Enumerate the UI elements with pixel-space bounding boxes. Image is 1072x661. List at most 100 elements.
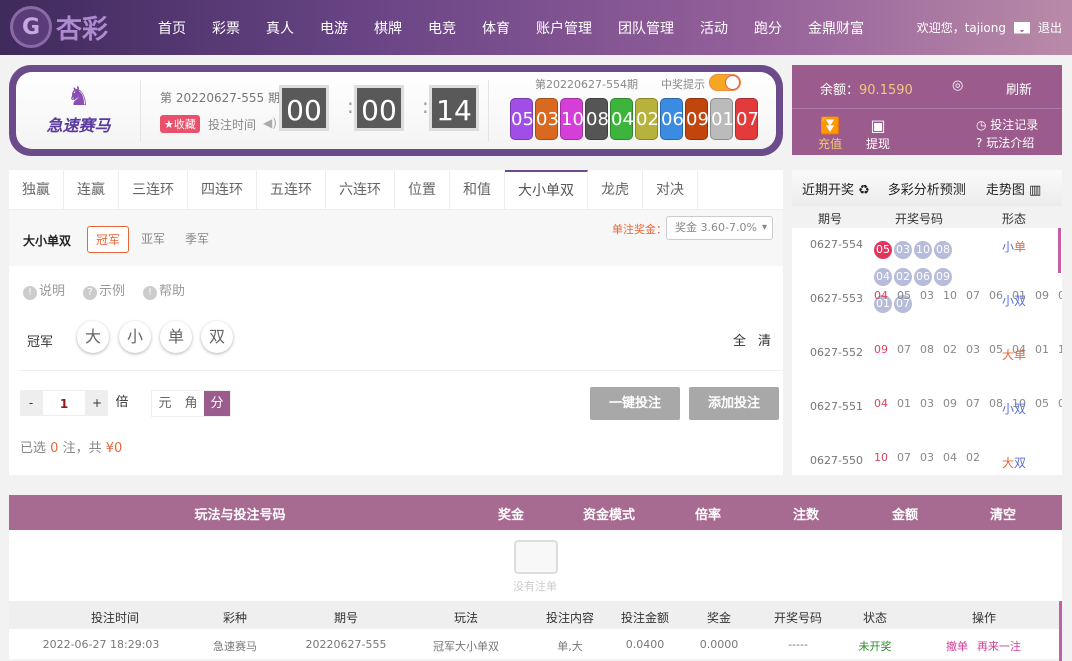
option-small[interactable]: 小 — [119, 321, 151, 353]
tab-recent-draws[interactable]: 近期开奖 ♻ — [802, 179, 870, 198]
play-tab[interactable]: 对决 — [643, 170, 698, 209]
play-tab[interactable]: 大小单双 — [505, 170, 588, 209]
rec-col-time: 投注时间 — [90, 611, 140, 625]
nav-home[interactable]: 首页 — [145, 18, 199, 38]
pattern-size: 大 — [1002, 456, 1015, 470]
rules-label: 玩法介绍 — [986, 136, 1035, 150]
hide-balance-icon[interactable]: ◎ — [952, 78, 963, 93]
mail-icon[interactable] — [1013, 21, 1030, 34]
records-scrollbar[interactable] — [1059, 601, 1062, 661]
help-help[interactable]: ! 帮助 — [143, 280, 185, 300]
draw-number: 09 — [874, 343, 888, 356]
cart-col-rate: 倍率 — [694, 508, 722, 523]
rec-status: 未开奖 — [858, 640, 892, 653]
recent-tabs: 近期开奖 ♻ 多彩分析预测 走势图 ▥ — [792, 170, 1062, 206]
position-champion[interactable]: 冠军 — [87, 226, 130, 253]
option-odd[interactable]: 单 — [160, 321, 192, 353]
rec-col-prize: 奖金 — [706, 611, 732, 625]
nav-cards[interactable]: 棋牌 — [361, 18, 415, 38]
tab-trend[interactable]: 走势图 ▥ — [986, 179, 1041, 198]
summary-pre: 已选 — [20, 441, 47, 456]
nav-esports[interactable]: 电竞 — [415, 18, 469, 38]
option-even[interactable]: 双 — [201, 321, 233, 353]
nav-sports[interactable]: 体育 — [469, 18, 523, 38]
play-tab[interactable]: 龙虎 — [588, 170, 643, 209]
nav-slots[interactable]: 电游 — [307, 18, 361, 38]
bet-again-link[interactable]: 再来一注 — [977, 638, 1021, 654]
play-tab[interactable]: 独赢 — [9, 170, 64, 209]
favorite-button[interactable]: ★收藏 — [160, 115, 200, 133]
last-issue: 第20220627-554期 — [535, 78, 638, 91]
clear-button[interactable]: 清 — [758, 330, 771, 349]
rec-col-play: 玩法 — [453, 611, 479, 625]
draw-number: 02 — [1058, 289, 1062, 302]
pattern-size: 大 — [1002, 348, 1015, 362]
rec-play: 冠军大小单双 — [433, 640, 499, 653]
balance: 余额：90.1590 — [820, 79, 913, 98]
plus-button[interactable]: + — [86, 390, 108, 416]
play-tab[interactable]: 和值 — [450, 170, 505, 209]
position-second[interactable]: 亚军 — [133, 226, 173, 251]
bet-records-link[interactable]: ◷ 投注记录 — [976, 116, 1038, 133]
multiplier-input[interactable]: 1 — [42, 390, 86, 416]
betting-panel: 独赢 连赢 三连环 四连环 五连环 六连环 位置 和值 大小单双 龙虎 对决 大小单双 冠军 亚军 … — [9, 170, 783, 475]
logo-emblem-icon: G — [10, 6, 52, 48]
help-example[interactable]: ? 示例 — [83, 280, 125, 300]
draw-number: 02 — [966, 451, 980, 464]
nav-team[interactable]: 团队管理 — [605, 18, 687, 38]
nav-paofen[interactable]: 跑分 — [741, 18, 795, 38]
nav-account[interactable]: 账户管理 — [523, 18, 605, 38]
draw-ball: 08 — [585, 98, 609, 140]
draw-numbers: 04010309070810050206 — [874, 390, 1062, 417]
play-tab[interactable]: 位置 — [395, 170, 450, 209]
draw-ball: 05 — [510, 98, 534, 140]
withdraw-button[interactable]: ▣ 提现 — [866, 117, 890, 152]
draw-number: 09 — [1035, 289, 1049, 302]
position-third[interactable]: 季军 — [177, 226, 217, 251]
summary-mid: 注，共 — [62, 441, 102, 456]
win-tip-toggle[interactable] — [709, 74, 741, 91]
countdown-seconds: 14 — [429, 85, 479, 131]
recent-scrollbar[interactable] — [1058, 228, 1061, 273]
play-tab[interactable]: 连赢 — [64, 170, 119, 209]
play-tab[interactable]: 四连环 — [188, 170, 257, 209]
play-tab[interactable]: 三连环 — [119, 170, 188, 209]
nav-wealth[interactable]: 金鼎财富 — [795, 18, 877, 38]
draw-number: 03 — [920, 451, 934, 464]
rules-link[interactable]: ? 玩法介绍 — [976, 134, 1034, 151]
option-big[interactable]: 大 — [77, 321, 109, 353]
unit-jiao[interactable]: 角 — [178, 391, 204, 416]
nav-events[interactable]: 活动 — [687, 18, 741, 38]
unit-fen[interactable]: 分 — [204, 391, 230, 416]
play-tab[interactable]: 六连环 — [326, 170, 395, 209]
cancel-bet-link[interactable]: 撤单 — [946, 638, 968, 654]
draw-ball: 01 — [710, 98, 734, 140]
draw-ball: 02 — [635, 98, 659, 140]
bet-cart-header: 玩法与投注号码 奖金 资金模式 倍率 注数 金额 清空 — [9, 495, 1062, 530]
draw-row: 0627-554 05 03 10 0804 02 06 0901 07 小单 — [792, 228, 1062, 313]
speaker-icon[interactable]: ◀) — [263, 116, 277, 130]
select-all-button[interactable]: 全 — [733, 330, 746, 349]
draw-number: 07 — [966, 289, 980, 302]
recharge-button[interactable]: ⏬ 充值 — [818, 117, 842, 152]
nav-lottery[interactable]: 彩票 — [199, 18, 253, 38]
tab-analysis[interactable]: 多彩分析预测 — [888, 179, 966, 198]
refresh-button[interactable]: 刷新 — [1006, 79, 1032, 98]
help-explain[interactable]: ! 说明 — [23, 280, 65, 300]
recent-draws-panel: 近期开奖 ♻ 多彩分析预测 走势图 ▥ 期号 开奖号码 形态 0627-554 0… — [792, 170, 1062, 475]
draw-numbers: 09070802030504011006 — [874, 336, 1062, 363]
nav-live[interactable]: 真人 — [253, 18, 307, 38]
unit-yuan[interactable]: 元 — [152, 391, 178, 416]
logout-link[interactable]: 退出 — [1038, 19, 1062, 36]
play-tab[interactable]: 五连环 — [257, 170, 326, 209]
prize-select[interactable]: 奖金 3.60-7.0% — [666, 216, 773, 240]
clear-cart-button[interactable]: 清空 — [990, 504, 1016, 523]
play-tabs: 独赢 连赢 三连环 四连环 五连环 六连环 位置 和值 大小单双 龙虎 对决 — [9, 170, 783, 210]
minus-button[interactable]: - — [20, 390, 42, 416]
funnel-coin-icon: ⏬ — [820, 116, 840, 135]
quick-bet-button[interactable]: 一键投注 — [590, 387, 680, 420]
add-bet-button[interactable]: 添加投注 — [689, 387, 779, 420]
last-draw-balls: 05 03 10 08 04 02 06 09 01 07 — [510, 98, 759, 140]
rec-col-actions: 操作 — [971, 611, 997, 625]
site-logo[interactable]: G 杏彩 — [10, 6, 108, 48]
